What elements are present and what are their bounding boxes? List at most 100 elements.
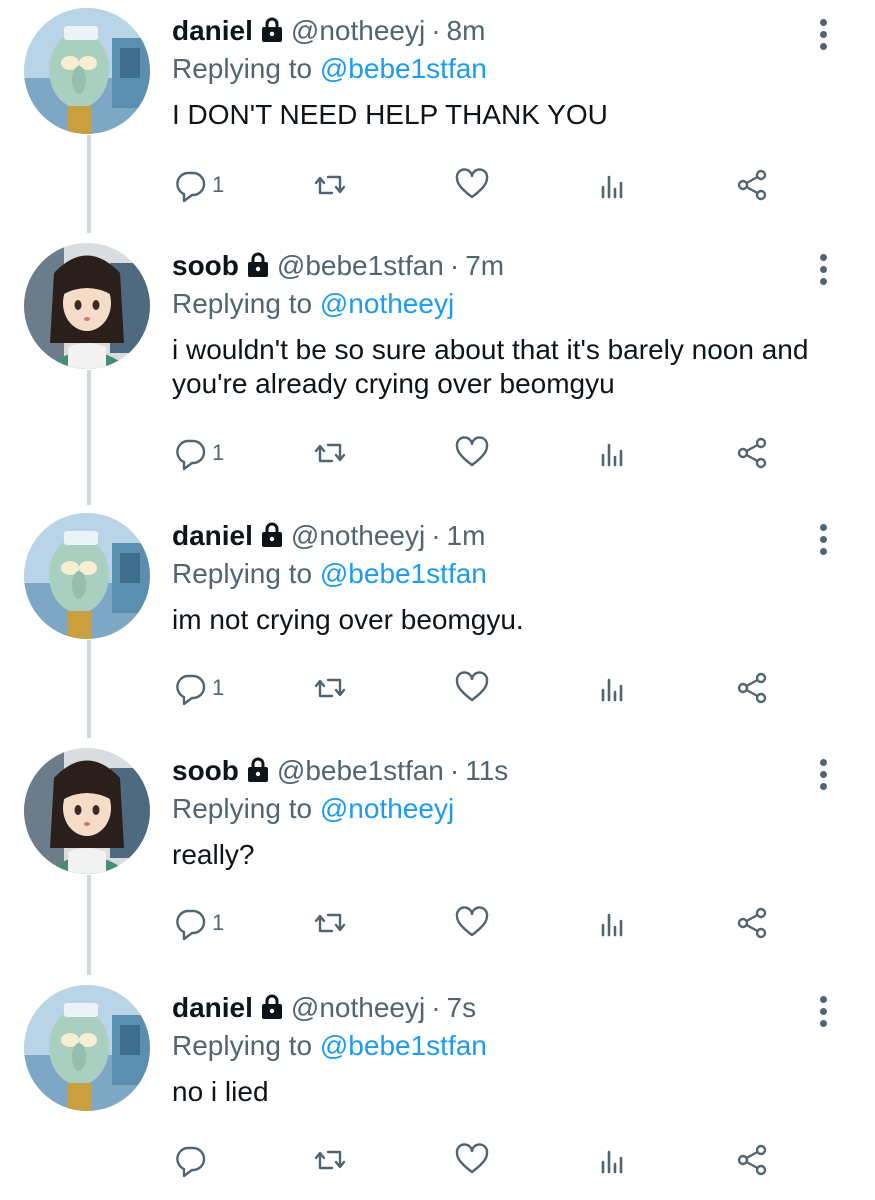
lock-icon [259, 994, 285, 1028]
analytics-button[interactable] [594, 901, 630, 945]
analytics-icon [601, 443, 623, 467]
reply-icon [176, 171, 206, 203]
reply-button[interactable]: 1 [172, 163, 224, 207]
tweet-header: soob @bebe1stfan · 7m [172, 249, 504, 286]
retweet-button[interactable] [312, 901, 348, 945]
retweet-icon [314, 1150, 346, 1170]
share-button[interactable] [734, 163, 770, 207]
thread-line [87, 640, 91, 738]
share-icon [737, 169, 767, 201]
replying-mention-link[interactable]: @notheeyj [320, 793, 454, 824]
reply-button[interactable] [172, 1138, 212, 1182]
tweet-actions: 1 [172, 666, 812, 710]
reply-icon [176, 674, 206, 706]
reply-button[interactable]: 1 [172, 901, 224, 945]
reply-button[interactable]: 1 [172, 666, 224, 710]
lock-icon [245, 757, 271, 791]
like-button[interactable] [454, 901, 490, 945]
replying-label: Replying to [172, 558, 313, 589]
separator-dot: · [449, 250, 460, 281]
share-icon [737, 437, 767, 469]
heart-icon [455, 168, 489, 199]
more-options-icon[interactable] [808, 14, 838, 54]
thread-line [87, 370, 91, 505]
share-button[interactable] [734, 666, 770, 710]
like-button[interactable] [454, 666, 490, 710]
display-name[interactable]: daniel [172, 520, 253, 551]
replying-label: Replying to [172, 288, 313, 319]
tweet-header: daniel @notheeyj · 7s [172, 991, 476, 1028]
replying-mention-link[interactable]: @bebe1stfan [320, 558, 487, 589]
tweet-text: i wouldn't be so sure about that it's ba… [172, 334, 809, 399]
analytics-button[interactable] [594, 163, 630, 207]
share-button[interactable] [734, 1138, 770, 1182]
lock-icon [245, 252, 271, 286]
reply-icon [176, 909, 206, 941]
avatar[interactable] [24, 748, 150, 874]
share-icon [737, 672, 767, 704]
like-button[interactable] [454, 163, 490, 207]
avatar[interactable] [24, 243, 150, 369]
analytics-icon [601, 678, 623, 702]
share-button[interactable] [734, 901, 770, 945]
share-icon [737, 907, 767, 939]
timestamp[interactable]: 7m [465, 250, 504, 281]
avatar[interactable] [24, 985, 150, 1111]
retweet-button[interactable] [312, 163, 348, 207]
user-handle[interactable]: @notheeyj [291, 992, 425, 1023]
replying-mention-link[interactable]: @bebe1stfan [320, 53, 487, 84]
replying-mention-link[interactable]: @notheeyj [320, 288, 454, 319]
tweet-header: soob @bebe1stfan · 11s [172, 754, 508, 791]
display-name[interactable]: soob [172, 755, 239, 786]
reply-button[interactable]: 1 [172, 431, 224, 475]
like-button[interactable] [454, 431, 490, 475]
timestamp[interactable]: 1m [447, 520, 486, 551]
avatar[interactable] [24, 8, 150, 134]
tweet-actions: 1 [172, 901, 812, 945]
analytics-button[interactable] [594, 431, 630, 475]
replying-to: Replying to @notheeyj [172, 287, 454, 321]
timestamp[interactable]: 8m [447, 15, 486, 46]
share-button[interactable] [734, 431, 770, 475]
reply-icon [176, 1146, 206, 1178]
tweet-text: no i lied [172, 1076, 269, 1107]
timestamp[interactable]: 7s [447, 992, 477, 1023]
separator-dot: · [431, 520, 441, 551]
retweet-icon [314, 913, 346, 933]
retweet-button[interactable] [312, 1138, 348, 1182]
reply-count: 1 [212, 675, 225, 700]
lock-icon [259, 522, 285, 556]
like-button[interactable] [454, 1138, 490, 1182]
more-options-icon[interactable] [808, 754, 838, 794]
lock-icon [259, 17, 285, 51]
more-options-icon[interactable] [808, 519, 838, 559]
user-handle[interactable]: @notheeyj [291, 520, 425, 551]
display-name[interactable]: daniel [172, 15, 253, 46]
tweet-text: really? [172, 839, 255, 870]
display-name[interactable]: daniel [172, 992, 253, 1023]
retweet-icon [314, 443, 346, 463]
analytics-button[interactable] [594, 666, 630, 710]
analytics-icon [601, 175, 623, 199]
retweet-button[interactable] [312, 666, 348, 710]
user-handle[interactable]: @bebe1stfan [277, 755, 444, 786]
reply-icon [176, 439, 206, 471]
anime-girl-avatar-icon [24, 243, 150, 369]
retweet-icon [314, 175, 346, 195]
more-options-icon[interactable] [808, 249, 838, 289]
avatar[interactable] [24, 513, 150, 639]
timestamp[interactable]: 11s [465, 755, 508, 786]
tweet-actions: 1 [172, 431, 812, 475]
replying-to: Replying to @bebe1stfan [172, 557, 487, 591]
separator-dot: · [431, 992, 441, 1023]
replying-label: Replying to [172, 53, 313, 84]
user-handle[interactable]: @notheeyj [291, 15, 425, 46]
display-name[interactable]: soob [172, 250, 239, 281]
more-options-icon[interactable] [808, 991, 838, 1031]
heart-icon [455, 671, 489, 702]
reply-count: 1 [212, 910, 225, 935]
replying-mention-link[interactable]: @bebe1stfan [320, 1030, 487, 1061]
retweet-button[interactable] [312, 431, 348, 475]
analytics-button[interactable] [594, 1138, 630, 1182]
user-handle[interactable]: @bebe1stfan [277, 250, 444, 281]
